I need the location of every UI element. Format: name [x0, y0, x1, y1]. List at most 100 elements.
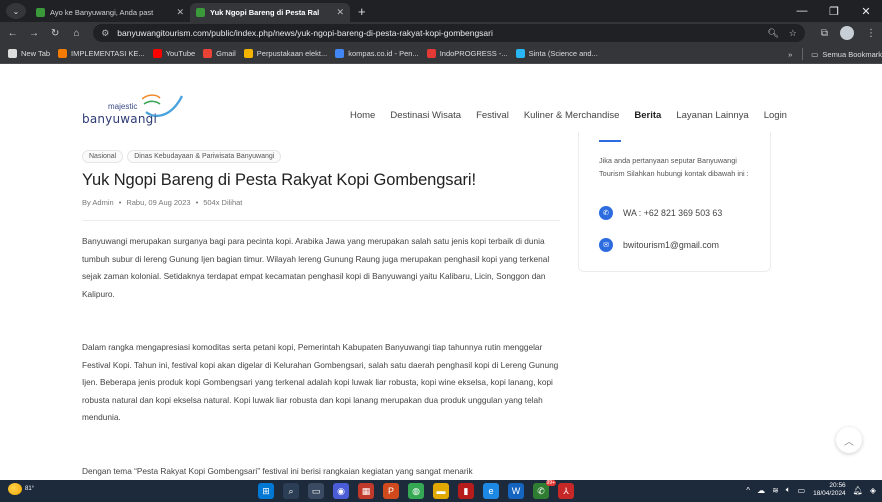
clock-time: 20:56 — [829, 482, 846, 489]
search-icon[interactable]: ⌕ — [283, 483, 299, 499]
site-favicon-icon — [196, 8, 205, 17]
bookmark-item[interactable]: kompas.co.id - Pen... — [335, 49, 419, 58]
phone-text[interactable]: WA : +62 821 369 503 63 — [623, 208, 722, 218]
minimize-icon[interactable]: — — [786, 0, 818, 22]
volume-icon[interactable]: 🔈︎ — [786, 485, 791, 495]
bookmark-favicon-icon — [152, 49, 162, 58]
close-tab-icon[interactable]: ✕ — [176, 7, 184, 18]
copilot-icon[interactable]: ◈ — [870, 486, 876, 495]
bookmark-label: IndoPROGRESS -... — [439, 49, 508, 58]
tag-chip[interactable]: Dinas Kebudayaan & Pariwisata Banyuwangi — [127, 150, 282, 163]
task-view-icon[interactable]: ▭ — [308, 483, 324, 499]
address-bar[interactable]: ⚙ banyuwangitourism.com/public/index.php… — [93, 24, 805, 42]
chrome-icon[interactable]: ◍ — [408, 483, 424, 499]
clock-date: 18/04/2024 — [813, 490, 846, 497]
extensions-icon[interactable]: ⧉ — [821, 28, 828, 39]
nav-item-layanan-lainnya[interactable]: Layanan Lainnya — [676, 110, 748, 121]
nav-item-home[interactable]: Home — [350, 110, 375, 121]
tab-yuk-ngopi[interactable]: Yuk Ngopi Bareng di Pesta Ral ✕ — [190, 3, 350, 22]
bookmark-item[interactable]: Gmail — [203, 49, 236, 58]
close-window-icon[interactable]: ✕ — [850, 0, 882, 22]
tab-strip: ⌄ Ayo ke Banyuwangi, Anda past ✕ Yuk Ngo… — [0, 0, 882, 22]
sun-icon — [8, 483, 22, 495]
scroll-to-top-button[interactable]: ︿ — [836, 427, 862, 453]
taskbar: 81° ⊞ ⌕ ▭ ◉ ▦ P ◍ ▬ ▮ e W ✆ 99+ ⅄ ^ ☁ ≋ … — [0, 480, 882, 502]
bookmark-item[interactable]: YouTube — [152, 49, 195, 58]
bookmark-favicon-icon — [515, 49, 525, 58]
more-menu-icon[interactable]: ⋮ — [866, 28, 876, 39]
battery-icon[interactable]: ▭ — [798, 486, 806, 495]
notification-bell-icon[interactable]: 🔔︎ — [853, 486, 863, 495]
bookmarks-separator — [802, 48, 804, 60]
article-title: Yuk Ngopi Bareng di Pesta Rakyat Kopi Go… — [82, 171, 476, 189]
profile-avatar[interactable] — [840, 26, 854, 40]
forward-arrow-icon[interactable]: → — [25, 24, 42, 42]
article-paragraph: Dengan tema “Pesta Rakyat Kopi Gombengsa… — [82, 466, 473, 476]
meta-divider — [82, 220, 560, 221]
logo-text-top: majestic — [108, 102, 138, 111]
file-explorer-icon[interactable]: ▬ — [433, 483, 449, 499]
onedrive-icon[interactable]: ☁ — [757, 486, 765, 495]
close-tab-icon[interactable]: ✕ — [336, 7, 344, 18]
article-views: 504x Dilihat — [203, 198, 243, 207]
bookmark-star-icon[interactable]: ☆ — [789, 28, 797, 39]
back-arrow-icon[interactable]: ← — [4, 24, 21, 42]
meet-icon[interactable]: ◉ — [333, 483, 349, 499]
bookmark-label: New Tab — [21, 49, 51, 58]
site-favicon-icon — [36, 8, 45, 17]
all-bookmarks-folder[interactable]: Semua Bookmark — [822, 50, 882, 59]
contact-email[interactable]: ✉ bwitourism1@gmail.com — [599, 238, 719, 252]
chevron-up-icon[interactable]: ^ — [746, 486, 750, 495]
start-icon[interactable]: ⊞ — [258, 483, 274, 499]
nav-item-login[interactable]: Login — [764, 110, 787, 121]
nav-item-destinasi-wisata[interactable]: Destinasi Wisata — [390, 110, 461, 121]
nav-item-kuliner-merchandise[interactable]: Kuliner & Merchandise — [524, 110, 620, 121]
pdf-reader-icon[interactable]: ⅄ — [558, 483, 574, 499]
bookmarks-overflow-button[interactable]: » — [788, 50, 792, 59]
bookmark-favicon-icon — [335, 49, 345, 58]
site-header: majestic banyuwangi Home Destinasi Wisata… — [0, 64, 882, 142]
bookmark-item[interactable]: New Tab — [8, 49, 50, 58]
bookmark-favicon-icon — [426, 49, 436, 58]
bookmark-label: IMPLEMENTASI KE... — [71, 49, 145, 58]
bookmark-favicon-icon — [203, 49, 213, 58]
bookmark-item[interactable]: IMPLEMENTASI KE... — [58, 49, 145, 58]
tag-chip[interactable]: Nasional — [82, 150, 124, 163]
whatsapp-icon[interactable]: ✆ 99+ — [533, 480, 556, 499]
folder-icon: ▭ — [811, 49, 819, 59]
meta-separator: • — [118, 198, 122, 207]
tab-ayo-ke-banyuwangi[interactable]: Ayo ke Banyuwangi, Anda past ✕ — [30, 3, 190, 22]
main-navigation: Home Destinasi Wisata Festival Kuliner & Me… — [350, 110, 802, 121]
weather-widget[interactable]: 81° — [8, 483, 34, 495]
nav-item-berita[interactable]: Berita — [634, 110, 661, 121]
new-tab-button[interactable]: + — [358, 4, 366, 19]
meta-separator: • — [195, 198, 199, 207]
url-text[interactable]: banyuwangitourism.com/public/index.php/n… — [117, 28, 757, 38]
home-icon[interactable]: ⌂ — [68, 24, 85, 42]
accent-bar — [599, 140, 621, 142]
powerpoint-icon[interactable]: P — [383, 483, 399, 499]
mail-icon: ✉ — [599, 238, 613, 252]
bookmark-item[interactable]: Perpustakaan elekt... — [243, 49, 327, 58]
zoom-icon[interactable]: 🔍︎ — [767, 28, 778, 39]
app-icon[interactable]: ▮ — [458, 483, 474, 499]
article-author: By Admin — [82, 198, 114, 207]
bookmarks-bar: New Tab IMPLEMENTASI KE... YouTube Gmail Per… — [0, 44, 882, 64]
email-text[interactable]: bwitourism1@gmail.com — [623, 240, 719, 250]
edge-icon[interactable]: e — [483, 483, 499, 499]
clock[interactable]: 20:56 18/04/2024 — [813, 482, 846, 498]
word-icon[interactable]: W — [508, 483, 524, 499]
nav-item-festival[interactable]: Festival — [476, 110, 509, 121]
tab-search-button[interactable]: ⌄ — [6, 3, 26, 19]
restore-icon[interactable]: ❐ — [818, 0, 850, 22]
wifi-icon[interactable]: ≋ — [772, 486, 779, 495]
bookmark-item[interactable]: IndoPROGRESS -... — [426, 49, 508, 58]
site-logo[interactable]: majestic banyuwangi — [82, 90, 192, 130]
taskbar-apps: ⊞ ⌕ ▭ ◉ ▦ P ◍ ▬ ▮ e W ✆ 99+ ⅄ — [258, 480, 583, 499]
contact-phone[interactable]: ✆ WA : +62 821 369 503 63 — [599, 206, 722, 220]
bookmark-item[interactable]: Sinta (Science and... — [515, 49, 598, 58]
office-app-icon[interactable]: ▦ — [358, 483, 374, 499]
bookmark-label: Gmail — [216, 49, 236, 58]
reload-icon[interactable]: ↻ — [47, 24, 64, 42]
site-info-icon[interactable]: ⚙ — [101, 28, 109, 39]
